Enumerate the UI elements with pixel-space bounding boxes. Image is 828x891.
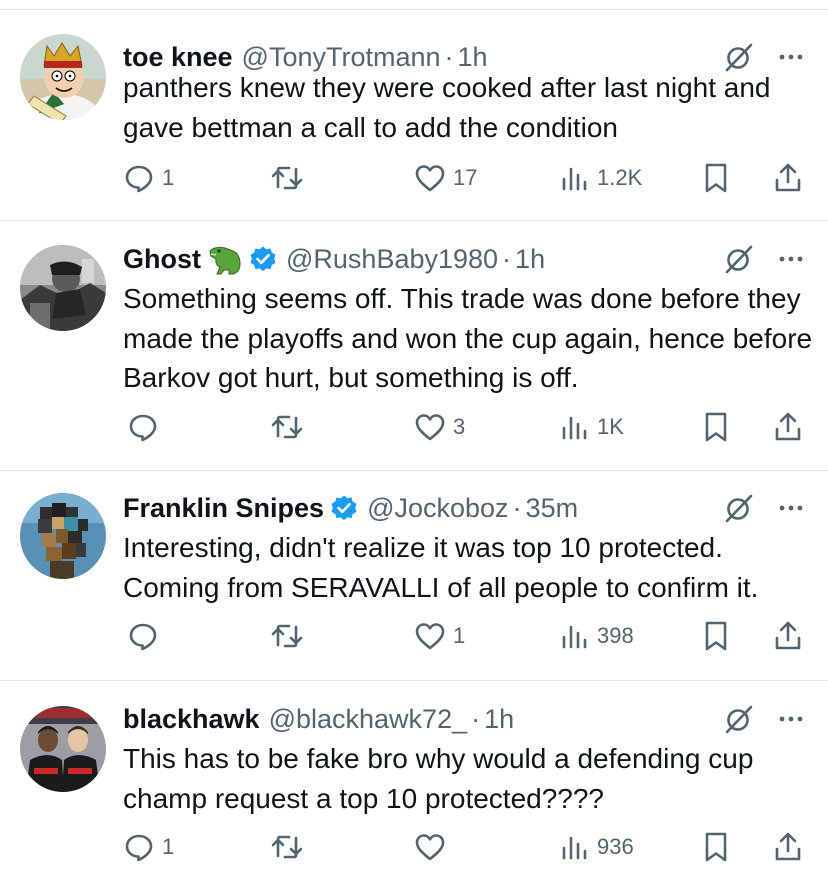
reply-icon [125, 834, 153, 862]
grok-icon[interactable] [722, 491, 756, 525]
avatar[interactable] [20, 34, 106, 120]
view-count: 398 [597, 623, 634, 648]
repost-button[interactable] [270, 410, 311, 444]
reply-button[interactable] [127, 410, 166, 444]
share-icon [775, 412, 801, 441]
views-button[interactable]: 1.2K [560, 161, 642, 195]
reply-button[interactable]: 1 [123, 161, 174, 195]
share-button[interactable] [772, 619, 804, 653]
bookmark-button[interactable] [700, 410, 732, 444]
user-handle[interactable]: @RushBaby1980 [286, 242, 498, 276]
reply-icon [125, 165, 153, 193]
verified-badge-icon [330, 494, 358, 522]
tweet-text: Interesting, didn't realize it was top 1… [123, 532, 759, 603]
like-count: 17 [453, 165, 478, 190]
verified-badge-icon [249, 245, 277, 273]
repost-icon [271, 166, 303, 190]
repost-button[interactable] [270, 830, 311, 864]
view-count: 1K [597, 414, 624, 439]
reply-button[interactable]: 1 [123, 830, 174, 864]
share-button[interactable] [772, 161, 804, 195]
avatar[interactable] [20, 493, 106, 579]
share-icon [775, 163, 801, 192]
repost-icon [271, 415, 303, 439]
bookmark-button[interactable] [700, 830, 732, 864]
share-icon [775, 621, 801, 650]
separator-dot: · [471, 704, 481, 734]
reply-count: 1 [162, 165, 175, 190]
tweet[interactable]: blackhawk @blackhawk72_ · 1h This has to… [0, 681, 828, 891]
separator-dot: · [502, 244, 512, 274]
heart-icon [415, 165, 445, 192]
tweet-header: blackhawk @blackhawk72_ · 1h [123, 702, 514, 736]
bookmark-button[interactable] [700, 161, 732, 195]
views-button[interactable]: 936 [560, 830, 634, 864]
views-icon [562, 836, 587, 860]
crocodile-emoji-icon [207, 242, 243, 276]
tweet-text: panthers knew they were cooked after las… [123, 72, 771, 143]
heart-icon [415, 623, 445, 650]
grok-icon[interactable] [722, 242, 756, 276]
tweet[interactable]: toe knee @TonyTrotmann · 1h panthers kne… [0, 10, 828, 221]
repost-icon [271, 624, 303, 648]
user-handle[interactable]: @blackhawk72_ [269, 702, 468, 736]
repost-icon [271, 835, 303, 859]
reply-button[interactable] [127, 619, 166, 653]
bookmark-icon [705, 621, 727, 651]
views-icon [562, 416, 587, 440]
like-button[interactable] [414, 830, 453, 864]
bookmark-icon [705, 163, 727, 193]
reply-icon [129, 414, 157, 442]
tweet-text: This has to be fake bro why would a defe… [123, 743, 754, 814]
avatar[interactable] [20, 245, 106, 331]
view-count: 1.2K [597, 165, 643, 190]
more-options-icon[interactable] [774, 702, 808, 736]
display-name[interactable]: Franklin Snipes [123, 491, 324, 525]
views-icon [562, 625, 587, 649]
separator-dot: · [512, 493, 522, 523]
heart-icon [415, 414, 445, 441]
timestamp[interactable]: 35m [526, 491, 579, 525]
heart-icon [415, 834, 445, 861]
tweet[interactable]: Ghost @RushBaby1980 · 1h Something seems… [0, 221, 828, 471]
timestamp[interactable]: 1h [515, 242, 545, 276]
like-button[interactable]: 17 [414, 161, 477, 195]
reply-count: 1 [162, 834, 175, 859]
share-button[interactable] [772, 830, 804, 864]
timestamp[interactable]: 1h [484, 702, 514, 736]
bookmark-icon [705, 412, 727, 442]
tweet-text: Something seems off. This trade was done… [123, 283, 813, 393]
more-options-icon[interactable] [774, 242, 808, 276]
display-name[interactable]: Ghost [123, 242, 201, 276]
bookmark-button[interactable] [700, 619, 732, 653]
repost-button[interactable] [270, 161, 311, 195]
bookmark-icon [705, 832, 727, 862]
tweet[interactable]: Franklin Snipes @Jockoboz · 35m Interest… [0, 471, 828, 681]
avatar[interactable] [20, 706, 106, 792]
user-handle[interactable]: @Jockoboz [367, 491, 508, 525]
like-count: 3 [453, 414, 466, 439]
share-button[interactable] [772, 410, 804, 444]
like-count: 1 [453, 623, 466, 648]
more-options-icon[interactable] [774, 491, 808, 525]
tweet-header: Ghost @RushBaby1980 · 1h [123, 242, 545, 276]
view-count: 936 [597, 834, 634, 859]
like-button[interactable]: 1 [414, 619, 465, 653]
views-button[interactable]: 398 [560, 619, 634, 653]
grok-icon[interactable] [722, 702, 756, 736]
views-icon [562, 167, 587, 191]
tweet-header: Franklin Snipes @Jockoboz · 35m [123, 491, 578, 525]
views-button[interactable]: 1K [560, 410, 624, 444]
reply-icon [129, 623, 157, 651]
display-name[interactable]: blackhawk [123, 702, 260, 736]
like-button[interactable]: 3 [414, 410, 465, 444]
share-icon [775, 832, 801, 861]
repost-button[interactable] [270, 619, 311, 653]
